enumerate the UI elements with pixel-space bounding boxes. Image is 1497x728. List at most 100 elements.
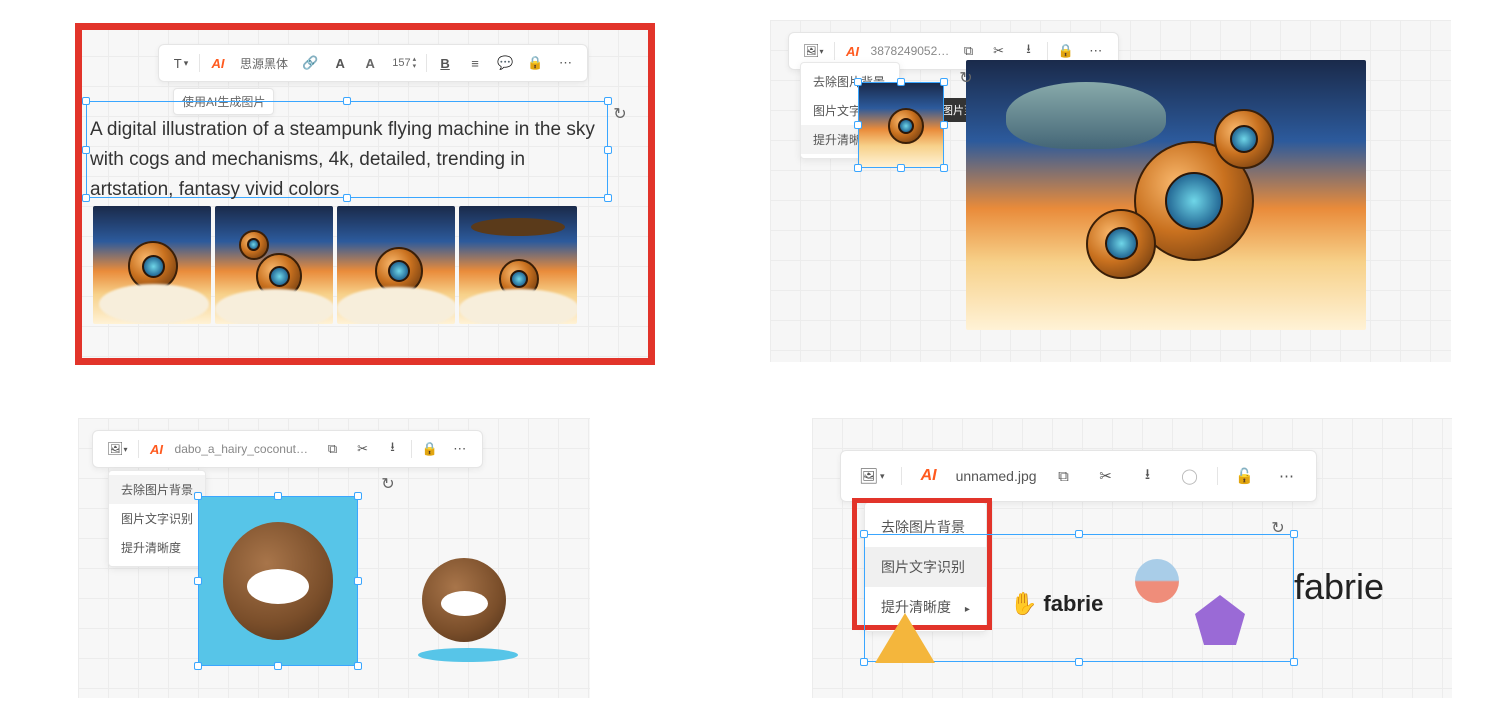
download-button[interactable]: ⭳ xyxy=(381,437,405,461)
image-icon: 🖼 xyxy=(107,441,124,457)
resize-handle[interactable] xyxy=(860,658,868,666)
resize-handle[interactable] xyxy=(854,78,862,86)
thumbnail-3[interactable] xyxy=(337,206,455,324)
font-size-value: 157 xyxy=(392,57,410,69)
align-button[interactable]: ≡ xyxy=(463,51,487,75)
copy-icon: ⧉ xyxy=(328,441,337,457)
lock-button[interactable]: 🔒 xyxy=(418,437,442,461)
download-icon: ⭳ xyxy=(1145,464,1150,489)
resize-handle[interactable] xyxy=(860,530,868,538)
crop-button[interactable]: ✂ xyxy=(351,437,375,461)
ai-button[interactable]: AI xyxy=(914,461,944,491)
ball-shape xyxy=(1135,559,1179,603)
panel-remove-bg: 🖼▾ AI dabo_a_hairy_coconut_in_the_mi ⧉ ✂… xyxy=(78,418,590,698)
thumbnail-4[interactable] xyxy=(459,206,577,324)
resize-handle[interactable] xyxy=(274,492,282,500)
separator xyxy=(901,467,902,485)
rotate-handle[interactable]: ↻ xyxy=(1268,518,1288,538)
panel-text-ai-generate: T ▾ AI 思源黑体 🔗 A A 157 ▴ ▾ B ≡ 💬 🔒 ⋯ 使用AI… xyxy=(78,26,652,362)
thumbnail-2[interactable] xyxy=(215,206,333,324)
lock-icon: 🔒 xyxy=(422,441,438,457)
menu-remove-bg[interactable]: 去除图片背景 xyxy=(109,475,205,504)
more-button[interactable]: ⋯ xyxy=(1272,461,1302,491)
resize-handle[interactable] xyxy=(854,164,862,172)
download-button[interactable]: ⭳ xyxy=(1133,461,1163,491)
menu-upscale[interactable]: 提升清晰度 xyxy=(109,533,205,562)
pentagon-shape xyxy=(1195,595,1245,645)
resize-handle[interactable] xyxy=(854,121,862,129)
ai-button[interactable]: AI xyxy=(206,51,230,75)
more-button[interactable]: ⋯ xyxy=(448,437,472,461)
crop-icon: ✂ xyxy=(993,43,1004,59)
more-icon: ⋯ xyxy=(1279,467,1294,485)
resize-handle[interactable] xyxy=(354,577,362,585)
menu-ocr[interactable]: 图片文字识别 xyxy=(109,504,205,533)
more-icon: ⋯ xyxy=(453,441,466,457)
coconut-nobg[interactable] xyxy=(408,548,528,668)
resize-handle[interactable] xyxy=(82,97,90,105)
lock-button[interactable]: 🔓 xyxy=(1230,461,1260,491)
image-button[interactable]: 🖼▾ xyxy=(103,437,132,461)
resize-handle[interactable] xyxy=(82,146,90,154)
large-image[interactable] xyxy=(966,60,1366,330)
resize-handle[interactable] xyxy=(897,78,905,86)
image-selection-frame[interactable]: ✋ fabrie xyxy=(864,534,1294,662)
chevron-up-icon[interactable]: ▴ xyxy=(413,56,417,63)
copy-icon: ⧉ xyxy=(1058,468,1069,485)
filename-label: unnamed.jpg xyxy=(956,468,1037,484)
ai-button[interactable]: AI xyxy=(841,39,865,63)
thumbnail-1[interactable] xyxy=(93,206,211,324)
resize-handle[interactable] xyxy=(194,577,202,585)
separator xyxy=(138,440,139,458)
resize-handle[interactable] xyxy=(1075,658,1083,666)
comment-button[interactable]: 💬 xyxy=(493,51,517,75)
copy-button[interactable]: ⧉ xyxy=(321,437,345,461)
font-color-button-a2[interactable]: A xyxy=(358,51,382,75)
ai-button[interactable]: AI xyxy=(145,437,169,461)
crop-icon: ✂ xyxy=(1099,467,1112,485)
lock-button[interactable]: 🔒 xyxy=(523,51,547,75)
chevron-down-icon[interactable]: ▾ xyxy=(413,63,417,70)
resize-handle[interactable] xyxy=(1290,530,1298,538)
resize-handle[interactable] xyxy=(1075,530,1083,538)
image-selection-frame[interactable] xyxy=(858,82,944,168)
more-button[interactable]: ⋯ xyxy=(553,51,577,75)
resize-handle[interactable] xyxy=(354,662,362,670)
prompt-text[interactable]: A digital illustration of a steampunk fl… xyxy=(90,115,608,205)
resize-handle[interactable] xyxy=(940,78,948,86)
comment-icon: 💬 xyxy=(497,55,513,71)
chevron-down-icon: ▾ xyxy=(184,58,189,69)
resize-handle[interactable] xyxy=(1290,658,1298,666)
resize-handle[interactable] xyxy=(354,492,362,500)
rotate-handle[interactable]: ↻ xyxy=(378,474,398,494)
coconut-illustration xyxy=(223,522,334,640)
image-selection-frame[interactable] xyxy=(198,496,358,666)
font-color-button-a1[interactable]: A xyxy=(328,51,352,75)
rotate-handle[interactable]: ↻ xyxy=(956,68,976,88)
font-family-select[interactable]: 思源黑体 xyxy=(236,51,292,75)
rotate-handle[interactable]: ↻ xyxy=(610,104,630,124)
crop-button[interactable]: ✂ xyxy=(1091,461,1121,491)
bold-button[interactable]: B xyxy=(433,51,457,75)
image-icon: 🖼 xyxy=(803,43,820,59)
resize-handle[interactable] xyxy=(940,121,948,129)
resize-handle[interactable] xyxy=(343,97,351,105)
resize-handle[interactable] xyxy=(82,194,90,202)
text-icon-label: T xyxy=(174,56,182,71)
ocr-result-text[interactable]: fabrie xyxy=(1294,566,1384,608)
resize-handle[interactable] xyxy=(194,492,202,500)
copy-button[interactable]: ⧉ xyxy=(1049,461,1079,491)
filename-label: dabo_a_hairy_coconut_in_the_mi xyxy=(175,442,315,456)
image-button[interactable]: 🖼▾ xyxy=(799,39,828,63)
resize-handle[interactable] xyxy=(897,164,905,172)
resize-handle[interactable] xyxy=(940,164,948,172)
image-button[interactable]: 🖼▾ xyxy=(855,461,889,491)
font-size-input[interactable]: 157 ▴ ▾ xyxy=(388,51,420,75)
resize-handle[interactable] xyxy=(194,662,202,670)
separator xyxy=(1217,467,1218,485)
separator xyxy=(1047,42,1048,60)
resize-handle[interactable] xyxy=(274,662,282,670)
image-toolbar: 🖼▾ AI unnamed.jpg ⧉ ✂ ⭳ ◯ 🔓 ⋯ xyxy=(840,450,1317,502)
text-tool[interactable]: T ▾ xyxy=(169,51,193,75)
link-button[interactable]: 🔗 xyxy=(298,51,322,75)
